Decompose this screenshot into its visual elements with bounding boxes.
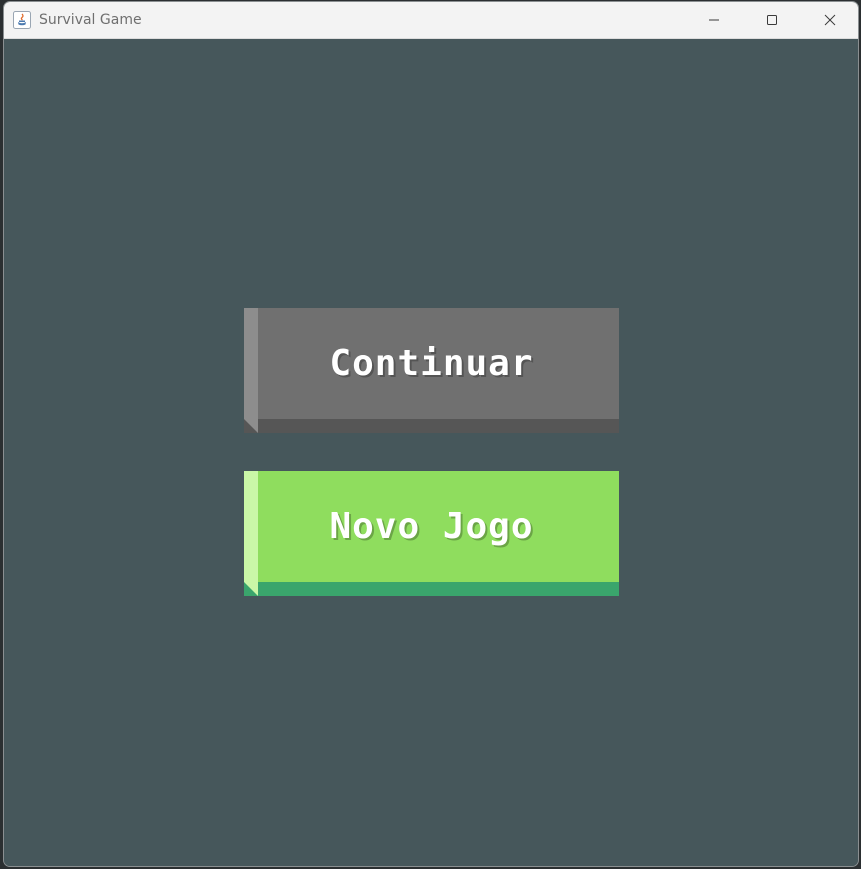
maximize-button[interactable] [743,2,801,38]
game-window: Survival Game Continuar Novo Jogo [3,1,859,867]
title-bar[interactable]: Survival Game [4,2,858,39]
minimize-icon [709,19,719,21]
maximize-icon [767,15,777,25]
continue-button-label: Continuar [329,343,534,384]
close-button[interactable] [801,2,858,38]
window-title: Survival Game [39,12,142,28]
button-shadow-edge [244,582,619,596]
close-icon [824,14,836,26]
button-corner-bevel [244,419,258,433]
button-corner-bevel [244,582,258,596]
new-game-button-label: Novo Jogo [329,506,534,547]
new-game-button[interactable]: Novo Jogo [244,471,619,596]
minimize-button[interactable] [685,2,743,38]
continue-button[interactable]: Continuar [244,308,619,433]
game-canvas: Continuar Novo Jogo [4,39,858,866]
button-shadow-edge [244,419,619,433]
java-app-icon [13,11,31,29]
